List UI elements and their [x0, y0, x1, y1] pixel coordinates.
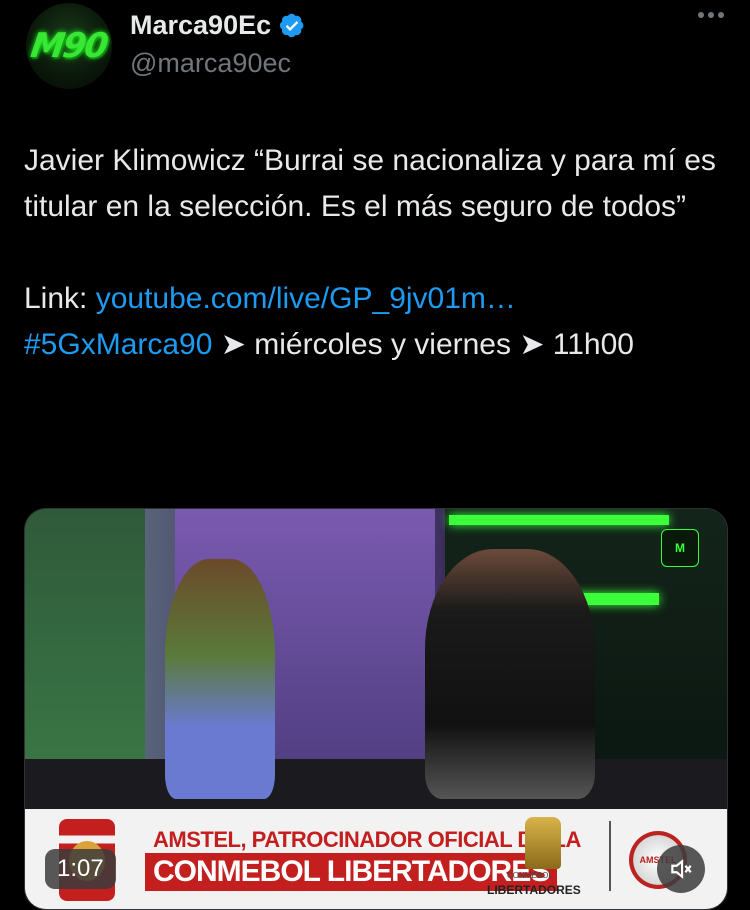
conmebol-label: CONMEBOL: [507, 871, 553, 880]
tweet-schedule-line: #5GxMarca90 ➤ miércoles y viernes ➤ 11h0…: [24, 322, 724, 368]
mute-button[interactable]: [657, 845, 705, 893]
dot: [718, 12, 724, 18]
tweet-text: Javier Klimowicz “Burrai se nacionaliza …: [24, 138, 724, 368]
dot: [708, 12, 714, 18]
trophy-icon: [525, 817, 561, 869]
schedule-text: ➤ miércoles y viernes ➤ 11h00: [212, 328, 634, 361]
youtube-link[interactable]: youtube.com/live/GP_9jv01m…: [96, 282, 516, 315]
video-frame: M: [25, 509, 727, 809]
verified-badge-icon[interactable]: [279, 13, 305, 39]
video-duration: 1:07: [45, 849, 116, 889]
avatar-logo: M90: [28, 26, 110, 66]
display-name[interactable]: Marca90Ec: [130, 10, 271, 41]
guest-man: [425, 549, 595, 799]
sponsor-headline: AMSTEL, PATROCINADOR OFICIAL DE LA: [153, 827, 581, 852]
link-prefix: Link:: [24, 282, 96, 315]
tweet-link-line: Link: youtube.com/live/GP_9jv01m…: [24, 276, 724, 322]
more-options-icon[interactable]: [698, 12, 724, 18]
author-name-row[interactable]: Marca90Ec: [130, 10, 305, 41]
tweet-quote: Javier Klimowicz “Burrai se nacionaliza …: [24, 144, 716, 223]
speaker-muted-icon: [671, 859, 692, 879]
host-woman: [165, 559, 275, 799]
handle[interactable]: @marca90ec: [130, 48, 291, 79]
hashtag-link[interactable]: #5GxMarca90: [24, 328, 212, 361]
channel-watermark: M: [661, 529, 699, 567]
sponsor-banner: AMSTEL, PATROCINADOR OFICIAL DE LA CONME…: [25, 809, 727, 909]
avatar[interactable]: M90: [26, 3, 112, 89]
libertadores-label: LIBERTADORES: [487, 883, 581, 897]
studio-light-bar: [449, 515, 669, 525]
video-player[interactable]: M AMSTEL, PATROCINADOR OFICIAL DE LA CON…: [24, 508, 728, 910]
dot: [698, 12, 704, 18]
ad-divider: [609, 821, 611, 891]
floor: [25, 759, 727, 809]
